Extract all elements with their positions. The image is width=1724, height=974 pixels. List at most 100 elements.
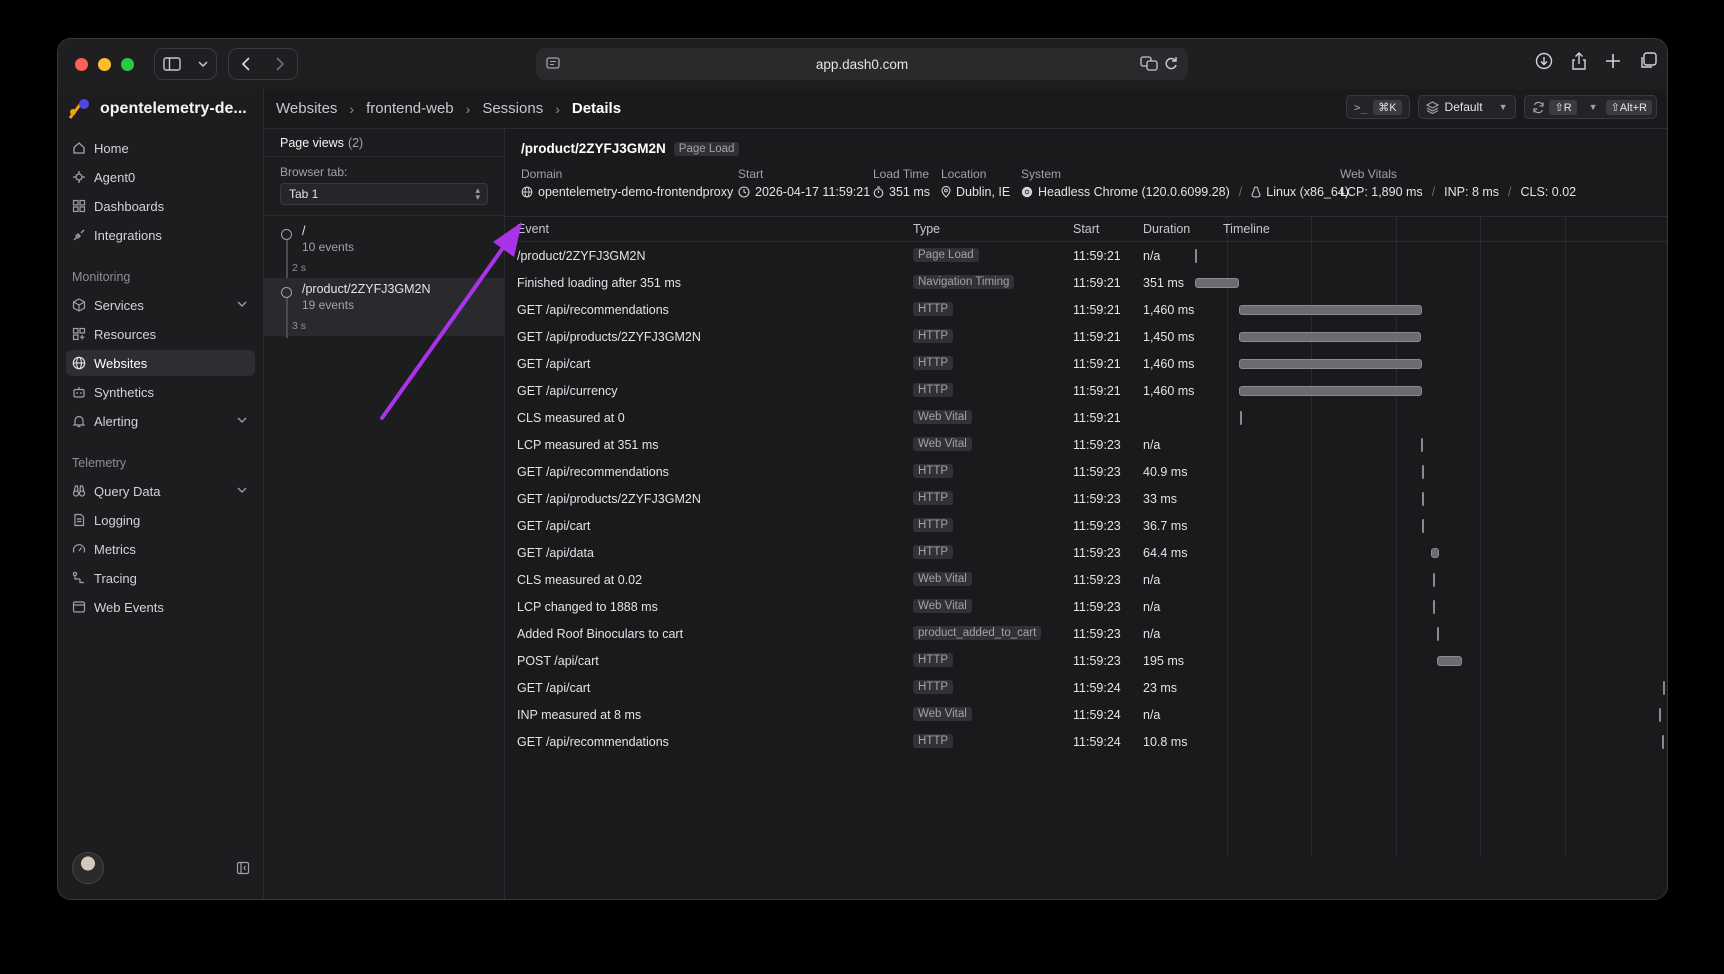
translate-icon[interactable] [1140, 55, 1158, 71]
download-icon[interactable] [1535, 52, 1553, 70]
back-icon[interactable] [241, 57, 251, 71]
table-row[interactable]: GET /api/recommendations HTTP 11:59:24 10.8… [505, 729, 1667, 756]
share-icon[interactable] [1571, 52, 1587, 70]
timeline-bar[interactable] [1430, 548, 1439, 558]
table-row[interactable]: GET /api/products/2ZYFJ3GM2N HTTP 11:59:21… [505, 324, 1667, 351]
table-row[interactable]: GET /api/cart HTTP 11:59:23 36.7 ms [505, 513, 1667, 540]
table-row[interactable]: CLS measured at 0 Web Vital 11:59:21 [505, 405, 1667, 432]
vital-inp: INP: 8 ms [1444, 185, 1500, 199]
breadcrumb-websites[interactable]: Websites [276, 100, 337, 117]
event-name: CLS measured at 0.02 [517, 573, 643, 587]
minimize-window-button[interactable] [98, 58, 111, 71]
timeline-bar[interactable] [1239, 332, 1422, 342]
reload-icon[interactable] [1164, 55, 1178, 71]
nav-item-home[interactable]: Home [66, 135, 255, 161]
nav-item-agent0[interactable]: Agent0 [66, 164, 255, 190]
table-row[interactable]: GET /api/products/2ZYFJ3GM2N HTTP 11:59:23… [505, 486, 1667, 513]
table-row[interactable]: Added Roof Binoculars to cart product_add… [505, 621, 1667, 648]
nav-item-metrics[interactable]: Metrics [66, 536, 255, 562]
zoom-window-button[interactable] [121, 58, 134, 71]
events-table-header: Event Type Start Duration Timeline [505, 216, 1667, 242]
col-duration[interactable]: Duration [1143, 222, 1190, 236]
timeline-marker[interactable] [1659, 708, 1662, 722]
table-row[interactable]: /product/2ZYFJ3GM2N Page Load 11:59:21 n/a [505, 243, 1667, 270]
close-window-button[interactable] [75, 58, 88, 71]
refresh-shortcut: ⇧R [1549, 99, 1577, 115]
forward-icon[interactable] [275, 57, 285, 71]
timeline-marker[interactable] [1661, 735, 1664, 749]
breadcrumb-frontend-web[interactable]: frontend-web [366, 100, 454, 117]
page-menu-icon[interactable] [546, 56, 560, 70]
chevron-down-icon[interactable] [237, 297, 247, 311]
breadcrumb-sessions[interactable]: Sessions [482, 100, 543, 117]
nav-item-query-data[interactable]: Query Data [66, 478, 255, 504]
nav-item-resources[interactable]: Resources [66, 321, 255, 347]
nav-item-websites[interactable]: Websites [66, 350, 255, 376]
sidebar-toggle-button[interactable] [154, 48, 217, 80]
refresh-icon[interactable] [1532, 101, 1545, 114]
chevron-down-icon[interactable]: ▼ [1589, 102, 1598, 112]
timeline-marker[interactable] [1663, 681, 1666, 695]
table-row[interactable]: Finished loading after 351 ms Navigation … [505, 270, 1667, 297]
nav-item-tracing[interactable]: Tracing [66, 565, 255, 591]
timeline-marker[interactable] [1432, 600, 1435, 614]
timeline-marker[interactable] [1195, 249, 1197, 263]
browser-tab-select[interactable]: Tab 1 ▴ ▾ [280, 183, 488, 205]
timeline-marker[interactable] [1432, 573, 1435, 587]
chevron-down-icon[interactable] [237, 413, 247, 427]
event-duration: 1,450 ms [1143, 330, 1195, 344]
col-type[interactable]: Type [913, 222, 940, 236]
meta-value: 351 ms [873, 185, 930, 199]
tabs-overview-icon[interactable] [1639, 52, 1657, 70]
page-view-item[interactable]: / 10 events 2 s [264, 220, 504, 280]
timeline-bar[interactable] [1437, 656, 1462, 666]
event-duration: 10.8 ms [1143, 735, 1188, 749]
address-bar[interactable]: app.dash0.com [536, 48, 1188, 80]
nav-item-logging[interactable]: Logging [66, 507, 255, 533]
table-row[interactable]: GET /api/cart HTTP 11:59:24 23 ms [505, 675, 1667, 702]
table-row[interactable]: CLS measured at 0.02 Web Vital 11:59:23 n/a [505, 567, 1667, 594]
org-switcher[interactable]: opentelemetry-de... [58, 89, 263, 129]
table-row[interactable]: POST /api/cart HTTP 11:59:23 195 ms [505, 648, 1667, 675]
timeline-marker[interactable] [1422, 465, 1425, 479]
event-duration: 23 ms [1143, 681, 1178, 695]
new-tab-icon[interactable] [1605, 52, 1621, 70]
table-row[interactable]: GET /api/currency HTTP 11:59:21 1,460 ms [505, 378, 1667, 405]
timeline-bar[interactable] [1239, 386, 1423, 396]
command-palette-button[interactable]: >_ ⌘K [1345, 95, 1410, 119]
timeline-marker[interactable] [1420, 438, 1423, 452]
timeline-marker[interactable] [1422, 519, 1425, 533]
event-start: 11:59:21 [1073, 330, 1121, 344]
nav-item-dashboards[interactable]: Dashboards [66, 193, 255, 219]
table-row[interactable]: GET /api/recommendations HTTP 11:59:23 40.9… [505, 459, 1667, 486]
timeline-marker[interactable] [1437, 627, 1440, 641]
table-row[interactable]: GET /api/cart HTTP 11:59:21 1,460 ms [505, 351, 1667, 378]
table-row[interactable]: GET /api/recommendations HTTP 11:59:21 1,46… [505, 297, 1667, 324]
meta-system: System Headless Chrome (120.0.6099.28) /… [1021, 167, 1349, 199]
timeline-bar[interactable] [1195, 278, 1240, 288]
table-row[interactable]: LCP changed to 1888 ms Web Vital 11:59:23 n… [505, 594, 1667, 621]
collapse-sidebar-icon[interactable] [236, 861, 250, 875]
col-start[interactable]: Start [1073, 222, 1099, 236]
event-type-tag: Web Vital [913, 437, 972, 451]
nav-item-web-events[interactable]: Web Events [66, 594, 255, 620]
nav-item-services[interactable]: Services [66, 292, 255, 318]
timeline-marker[interactable] [1422, 492, 1425, 506]
layers-icon [1425, 100, 1439, 114]
nav-item-integrations[interactable]: Integrations [66, 222, 255, 248]
table-row[interactable]: INP measured at 8 ms Web Vital 11:59:24 n/a [505, 702, 1667, 729]
nav-item-alerting[interactable]: Alerting [66, 408, 255, 434]
event-type-tag: HTTP [913, 680, 954, 694]
nav-item-synthetics[interactable]: Synthetics [66, 379, 255, 405]
page-view-item[interactable]: /product/2ZYFJ3GM2N 19 events 3 s [264, 278, 504, 338]
table-row[interactable]: LCP measured at 351 ms Web Vital 11:59:23 n… [505, 432, 1667, 459]
col-event[interactable]: Event [517, 222, 549, 236]
user-avatar[interactable] [72, 852, 104, 884]
default-view-dropdown[interactable]: Default ▼ [1417, 95, 1517, 119]
timeline-bar[interactable] [1239, 359, 1423, 369]
timeline-marker[interactable] [1240, 411, 1243, 425]
timeline-bar[interactable] [1239, 305, 1423, 315]
event-duration: n/a [1143, 438, 1161, 452]
chevron-down-icon[interactable] [237, 483, 247, 497]
table-row[interactable]: GET /api/data HTTP 11:59:23 64.4 ms [505, 540, 1667, 567]
